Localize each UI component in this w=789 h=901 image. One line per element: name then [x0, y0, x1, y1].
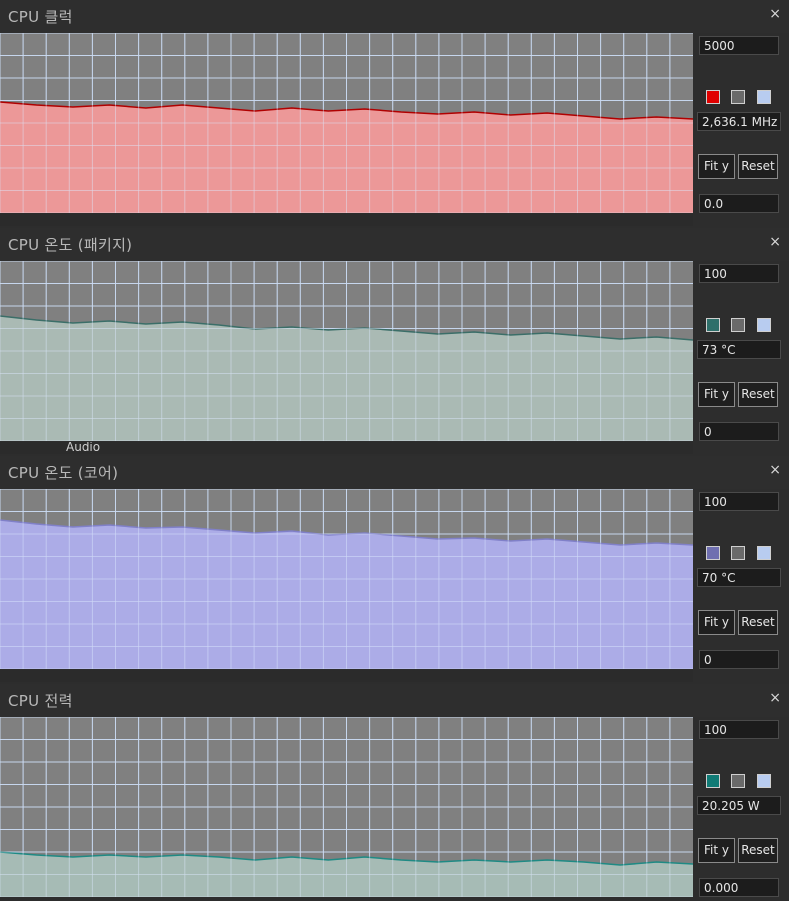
close-icon[interactable]: × — [769, 234, 781, 250]
tree-item-label: Audio — [66, 442, 101, 454]
grid-color-swatch[interactable] — [757, 546, 771, 560]
graph-svg — [0, 261, 693, 441]
current-value-field: 20.205 W — [697, 796, 781, 815]
grid-color-swatch[interactable] — [757, 774, 771, 788]
grid-color-swatch[interactable] — [757, 318, 771, 332]
grid-color-swatch[interactable] — [757, 90, 771, 104]
background-window-strip: Audio — [0, 442, 693, 454]
current-value-field: 2,636.1 MHz — [697, 112, 781, 131]
cpu-power-panel: CPU 전력 × 100 20.205 W Fit y Reset 0.000 — [0, 684, 789, 901]
background-color-swatch[interactable] — [731, 90, 745, 104]
fit-y-button[interactable]: Fit y — [698, 154, 735, 179]
background-window-strip — [0, 670, 693, 682]
fit-y-button[interactable]: Fit y — [698, 610, 735, 635]
series-color-swatch[interactable] — [706, 774, 720, 788]
panel-titlebar: CPU 온도 (패키지) × — [0, 228, 789, 261]
y-max-field[interactable]: 5000 — [699, 36, 779, 55]
current-value-field: 73 °C — [697, 340, 781, 359]
reset-button[interactable]: Reset — [738, 382, 778, 407]
series-color-swatch[interactable] — [706, 90, 720, 104]
reset-button[interactable]: Reset — [738, 154, 778, 179]
y-min-field[interactable]: 0 — [699, 650, 779, 669]
graph-svg — [0, 489, 693, 669]
cpu-power-graph — [0, 717, 693, 897]
fit-y-button[interactable]: Fit y — [698, 838, 735, 863]
panel-titlebar: CPU 클럭 × — [0, 0, 789, 33]
panel-title: CPU 온도 (패키지) — [8, 236, 133, 254]
cpu-clock-panel: CPU 클럭 × 5000 2,636.1 MHz Fit y Reset 0.… — [0, 0, 789, 228]
y-max-field[interactable]: 100 — [699, 492, 779, 511]
series-color-swatch[interactable] — [706, 318, 720, 332]
panel-titlebar: CPU 전력 × — [0, 684, 789, 717]
cpu-package-temp-graph — [0, 261, 693, 441]
reset-button[interactable]: Reset — [738, 838, 778, 863]
reset-button[interactable]: Reset — [738, 610, 778, 635]
close-icon[interactable]: × — [769, 462, 781, 478]
graph-svg — [0, 33, 693, 213]
panel-titlebar: CPU 온도 (코어) × — [0, 456, 789, 489]
close-icon[interactable]: × — [769, 690, 781, 706]
y-min-field[interactable]: 0.0 — [699, 194, 779, 213]
background-color-swatch[interactable] — [731, 546, 745, 560]
fit-y-button[interactable]: Fit y — [698, 382, 735, 407]
cpu-core-temp-panel: CPU 온도 (코어) × 100 70 °C Fit y Reset 0 — [0, 456, 789, 684]
graph-svg — [0, 717, 693, 897]
y-min-field[interactable]: 0 — [699, 422, 779, 441]
y-min-field[interactable]: 0.000 — [699, 878, 779, 897]
y-max-field[interactable]: 100 — [699, 264, 779, 283]
panel-controls: 5000 2,636.1 MHz Fit y Reset 0.0 — [693, 33, 789, 213]
series-color-swatch[interactable] — [706, 546, 720, 560]
panel-controls: 100 73 °C Fit y Reset 0 — [693, 261, 789, 441]
panel-title: CPU 전력 — [8, 692, 73, 710]
y-max-field[interactable]: 100 — [699, 720, 779, 739]
panel-controls: 100 20.205 W Fit y Reset 0.000 — [693, 717, 789, 897]
panel-title: CPU 클럭 — [8, 8, 73, 26]
background-window-strip — [0, 214, 693, 226]
cpu-core-temp-graph — [0, 489, 693, 669]
panel-title: CPU 온도 (코어) — [8, 464, 119, 482]
panel-controls: 100 70 °C Fit y Reset 0 — [693, 489, 789, 669]
background-color-swatch[interactable] — [731, 318, 745, 332]
current-value-field: 70 °C — [697, 568, 781, 587]
cpu-clock-graph — [0, 33, 693, 213]
background-color-swatch[interactable] — [731, 774, 745, 788]
cpu-package-temp-panel: CPU 온도 (패키지) × 100 73 °C Fit y Reset 0 A… — [0, 228, 789, 456]
close-icon[interactable]: × — [769, 6, 781, 22]
